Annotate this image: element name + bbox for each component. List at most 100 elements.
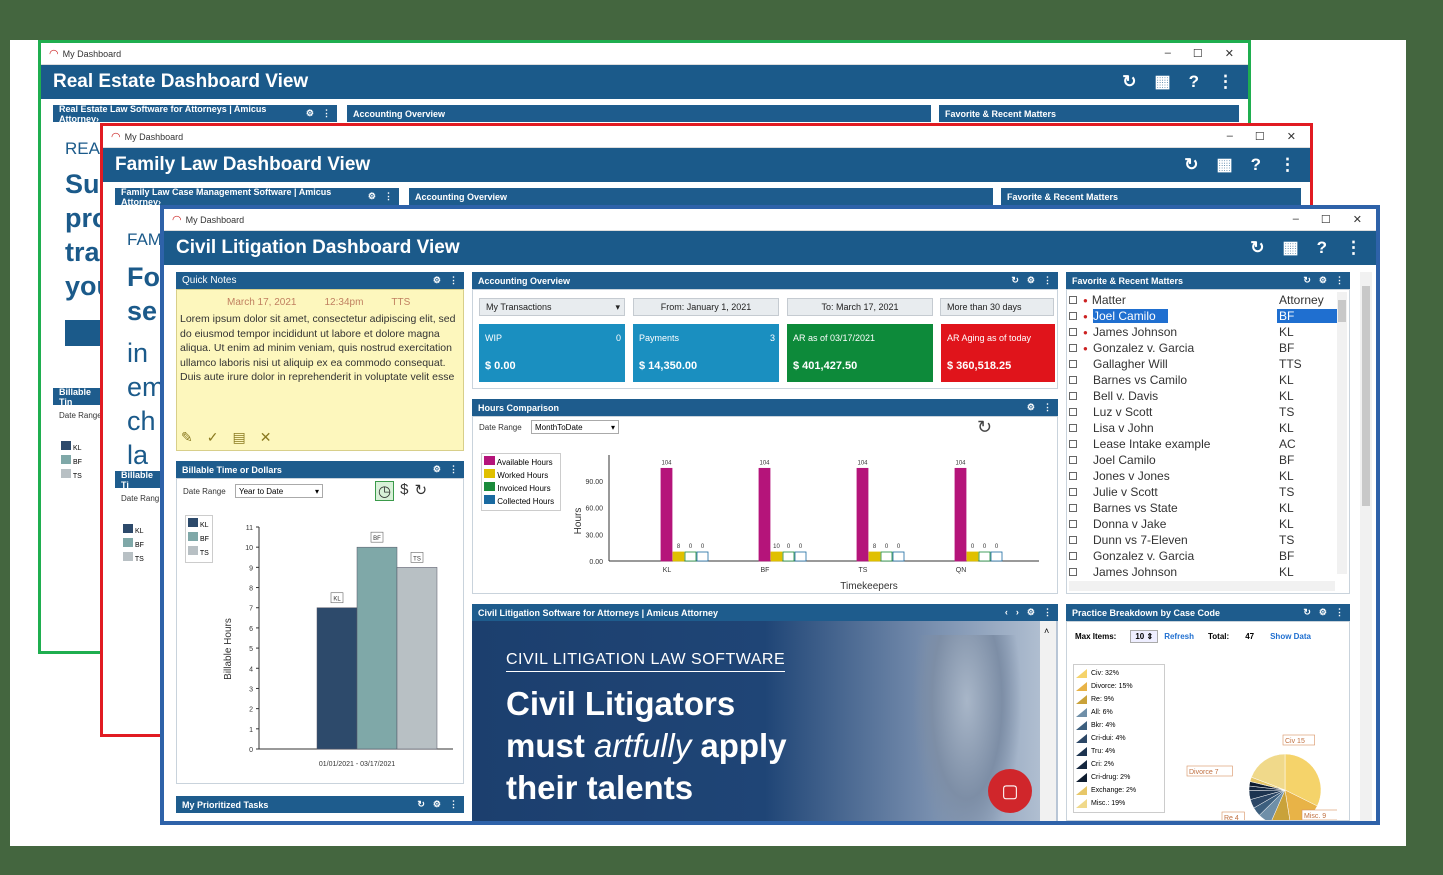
maximize-button[interactable]: ☐ — [1193, 47, 1203, 60]
accounting-tile[interactable]: AR as of 03/17/2021 $ 401,427.50 — [787, 324, 933, 382]
gear-icon[interactable]: ⚙ — [433, 275, 441, 286]
close-button[interactable]: ✕ — [1353, 213, 1362, 226]
more-icon[interactable]: ⋮ — [1345, 238, 1362, 258]
close-button[interactable]: ✕ — [1287, 130, 1296, 143]
aging-select[interactable]: More than 30 days — [940, 298, 1054, 316]
favorite-row[interactable]: Barnes vs Camilo KL — [1069, 372, 1337, 388]
more-icon[interactable]: ⋮ — [384, 191, 393, 202]
row-checkbox[interactable] — [1069, 312, 1077, 320]
grid-icon[interactable]: ▦ — [1155, 72, 1171, 92]
close-button[interactable]: ✕ — [1225, 47, 1234, 60]
favorite-row[interactable]: Gonzalez v. Garcia BF — [1069, 548, 1337, 564]
scrollbar-thumb[interactable] — [1338, 300, 1346, 322]
promo-scrollbar[interactable]: ˄ — [1040, 621, 1056, 821]
more-icon[interactable]: ⋮ — [1335, 607, 1344, 618]
delete-icon[interactable]: ✕ — [260, 429, 272, 446]
more-icon[interactable]: ⋮ — [322, 108, 331, 119]
accounting-tile[interactable]: AR Aging as of today $ 360,518.25 — [941, 324, 1055, 382]
vertical-scrollbar[interactable] — [1337, 292, 1347, 574]
favorite-row[interactable]: Barnes vs State KL — [1069, 500, 1337, 516]
gear-icon[interactable]: ⚙ — [1027, 607, 1035, 618]
help-icon[interactable]: ? — [1251, 155, 1261, 175]
chevron-left-icon[interactable]: ‹ — [1005, 607, 1008, 618]
row-checkbox[interactable] — [1069, 456, 1077, 464]
minimize-button[interactable]: – — [1227, 130, 1233, 143]
favorite-row[interactable]: Julie v Scott TS — [1069, 484, 1337, 500]
favorite-row[interactable]: James Johnson KL — [1069, 564, 1337, 580]
favorite-row[interactable]: Gallagher Will TTS — [1069, 356, 1337, 372]
gear-icon[interactable]: ⚙ — [1319, 275, 1327, 286]
max-items-stepper[interactable]: 10 ⇕ — [1130, 630, 1159, 643]
refresh-link[interactable]: Refresh — [1164, 632, 1194, 641]
favorite-row[interactable]: Joel Camilo BF — [1069, 452, 1337, 468]
transactions-select[interactable]: My Transactions ▾ — [479, 298, 625, 316]
row-checkbox[interactable] — [1069, 344, 1077, 352]
more-icon[interactable]: ⋮ — [449, 799, 458, 810]
gear-icon[interactable]: ⚙ — [368, 191, 376, 202]
more-icon[interactable]: ⋮ — [1043, 607, 1052, 618]
gear-icon[interactable]: ⚙ — [433, 799, 441, 810]
horizontal-scrollbar[interactable] — [1069, 581, 1335, 591]
row-checkbox[interactable] — [1069, 472, 1077, 480]
gear-icon[interactable]: ⚙ — [1027, 402, 1035, 413]
help-icon[interactable]: ? — [1189, 72, 1199, 92]
clock-icon[interactable]: ◷ — [375, 481, 395, 501]
row-checkbox[interactable] — [1069, 328, 1077, 336]
grid-icon[interactable]: ▦ — [1283, 238, 1299, 258]
column-header-attorney[interactable]: Attorney — [1279, 293, 1324, 307]
refresh-icon[interactable]: ↻ — [1122, 72, 1136, 92]
refresh-icon[interactable]: ↻ — [977, 417, 992, 438]
help-icon[interactable]: ? — [1317, 238, 1327, 258]
chevron-up-icon[interactable]: ˄ — [1040, 626, 1049, 636]
more-icon[interactable]: ⋮ — [449, 275, 458, 286]
row-checkbox[interactable] — [1069, 568, 1077, 576]
gear-icon[interactable]: ⚙ — [1319, 607, 1327, 618]
row-checkbox[interactable] — [1069, 520, 1077, 528]
column-header-matter[interactable]: Matter — [1092, 293, 1126, 307]
refresh-icon[interactable]: ↻ — [417, 799, 425, 810]
row-checkbox[interactable] — [1069, 376, 1077, 384]
more-icon[interactable]: ⋮ — [1217, 72, 1234, 92]
favorite-row[interactable]: ● Joel Camilo BF — [1069, 308, 1337, 324]
new-note-icon[interactable]: ✎ — [181, 429, 193, 446]
quick-notes-area[interactable]: March 17, 2021 12:34pm TTS Lorem ipsum dol… — [176, 289, 464, 451]
promo-button[interactable] — [65, 320, 105, 346]
row-checkbox[interactable] — [1069, 360, 1077, 368]
refresh-icon[interactable]: ↻ — [414, 481, 427, 501]
refresh-icon[interactable]: ↻ — [1250, 238, 1264, 258]
favorite-row[interactable]: Luz v Scott TS — [1069, 404, 1337, 420]
chat-icon[interactable]: ▢ — [988, 769, 1032, 813]
row-checkbox[interactable] — [1069, 424, 1077, 432]
favorite-row[interactable]: Jones v Jones KL — [1069, 468, 1337, 484]
grid-icon[interactable]: ▦ — [1217, 155, 1233, 175]
refresh-icon[interactable]: ↻ — [1303, 275, 1311, 286]
more-icon[interactable]: ⋮ — [1043, 402, 1052, 413]
select-all-checkbox[interactable] — [1069, 296, 1077, 304]
more-icon[interactable]: ⋮ — [1335, 275, 1344, 286]
gear-icon[interactable]: ⚙ — [1027, 275, 1035, 286]
date-range-select[interactable]: Year to Date ▾ — [235, 484, 323, 498]
show-data-link[interactable]: Show Data — [1270, 632, 1311, 641]
from-date-button[interactable]: From: January 1, 2021 — [633, 298, 779, 316]
gear-icon[interactable]: ⚙ — [433, 464, 441, 475]
favorite-row[interactable]: Lisa v John KL — [1069, 420, 1337, 436]
spellcheck-icon[interactable]: ✓ — [207, 429, 219, 446]
date-range-select[interactable]: MonthToDate ▾ — [531, 420, 619, 434]
refresh-icon[interactable]: ↻ — [1184, 155, 1198, 175]
to-date-button[interactable]: To: March 17, 2021 — [787, 298, 933, 316]
accounting-tile[interactable]: Payments 3 $ 14,350.00 — [633, 324, 779, 382]
favorite-row[interactable]: Lease Intake example AC — [1069, 436, 1337, 452]
minimize-button[interactable]: – — [1293, 213, 1299, 226]
refresh-icon[interactable]: ↻ — [1011, 275, 1019, 286]
favorite-row[interactable]: Dunn vs 7-Eleven TS — [1069, 532, 1337, 548]
favorite-row[interactable]: ● James Johnson KL — [1069, 324, 1337, 340]
clipboard-icon[interactable]: ▤ — [232, 429, 245, 446]
favorite-row[interactable]: Bell v. Davis KL — [1069, 388, 1337, 404]
more-icon[interactable]: ⋮ — [1043, 275, 1052, 286]
favorite-row[interactable]: Donna v Jake KL — [1069, 516, 1337, 532]
row-checkbox[interactable] — [1069, 392, 1077, 400]
maximize-button[interactable]: ☐ — [1321, 213, 1331, 226]
more-icon[interactable]: ⋮ — [1279, 155, 1296, 175]
row-checkbox[interactable] — [1069, 488, 1077, 496]
maximize-button[interactable]: ☐ — [1255, 130, 1265, 143]
